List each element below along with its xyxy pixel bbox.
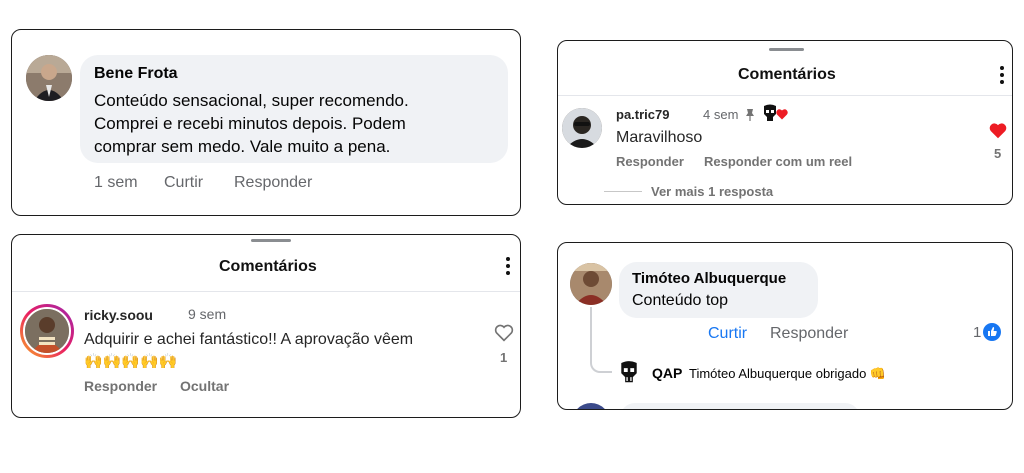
hide-button[interactable]: Ocultar — [180, 378, 229, 394]
username[interactable]: pa.tric79 — [616, 107, 669, 122]
avatar[interactable] — [570, 263, 612, 305]
reply-button[interactable]: Responder — [770, 325, 848, 343]
commenter-name[interactable]: Timóteo Albuquerque — [632, 270, 786, 287]
like-count: 1 — [500, 350, 508, 365]
heart-liked-icon[interactable] — [989, 123, 1007, 139]
reply-author[interactable]: QAP — [652, 365, 682, 381]
header-divider — [12, 291, 520, 292]
replies-line — [604, 191, 642, 192]
comments-sheet-patric: Comentários pa.tric79 4 sem Maravilhoso … — [557, 40, 1013, 205]
username[interactable]: ricky.soou — [84, 307, 153, 323]
comment-bubble: Timóteo Albuquerque Conteúdo top — [619, 262, 818, 318]
reply-button[interactable]: Responder — [234, 174, 312, 192]
comment-text: Adquirir e achei fantástico!! A aprovaçã… — [84, 331, 414, 348]
punisher-icon — [764, 104, 776, 121]
comment-time: 4 sem — [703, 107, 739, 122]
more-options-icon[interactable] — [506, 257, 510, 278]
like-count: 1 — [973, 324, 982, 341]
comment-emojis: 🙌🙌🙌🙌🙌 — [84, 353, 178, 370]
avatar — [23, 307, 71, 355]
comment-card-timoteo: Timóteo Albuquerque Conteúdo top Curtir … — [557, 242, 1013, 410]
next-comment-bubble — [620, 403, 860, 409]
comment-text-line-1: Conteúdo sensacional, super recomendo. — [94, 91, 409, 110]
comments-sheet-ricky: Comentários ricky.soou 9 sem Adquirir e … — [11, 234, 521, 418]
commenter-name[interactable]: Bene Frota — [94, 65, 178, 83]
next-comment-avatar[interactable] — [572, 403, 610, 409]
like-button[interactable]: Curtir — [164, 174, 203, 192]
drag-handle[interactable] — [251, 239, 291, 242]
sheet-title: Comentários — [738, 66, 836, 83]
like-button[interactable]: Curtir — [708, 325, 747, 343]
avatar[interactable] — [26, 55, 72, 101]
view-more-replies[interactable]: Ver mais 1 resposta — [651, 184, 773, 199]
reply-text: Timóteo Albuquerque obrigado 👊 — [689, 366, 887, 381]
comment-bubble: Bene Frota Conteúdo sensacional, super r… — [80, 55, 508, 163]
avatar[interactable] — [562, 108, 602, 148]
comment-text-line-3: comprar sem medo. Vale muito a pena. — [94, 137, 391, 156]
comment-text: Conteúdo top — [632, 292, 729, 309]
drag-handle[interactable] — [769, 48, 804, 51]
comment-text: Maravilhoso — [616, 129, 703, 146]
reply-button[interactable]: Responder — [616, 154, 684, 169]
heart-outline-icon[interactable] — [494, 324, 514, 342]
comment-text-line-2: Comprei e recebi minutos depois. Podem — [94, 114, 406, 133]
comment-time: 1 sem — [94, 174, 138, 191]
reply-with-reel-button[interactable]: Responder com um reel — [704, 154, 852, 169]
reply-button[interactable]: Responder — [84, 378, 157, 394]
sheet-title: Comentários — [219, 258, 317, 275]
like-reaction-icon — [983, 323, 1001, 341]
qap-avatar-icon[interactable] — [620, 360, 638, 384]
red-heart-icon — [776, 109, 788, 120]
comment-card-bene: Bene Frota Conteúdo sensacional, super r… — [11, 29, 521, 216]
story-ring[interactable] — [20, 304, 74, 358]
like-count: 5 — [994, 146, 1002, 161]
more-options-icon[interactable] — [1000, 66, 1004, 87]
thread-line — [590, 307, 612, 373]
comment-time: 9 sem — [188, 306, 227, 322]
pin-icon — [746, 109, 754, 121]
header-divider — [558, 95, 1012, 96]
